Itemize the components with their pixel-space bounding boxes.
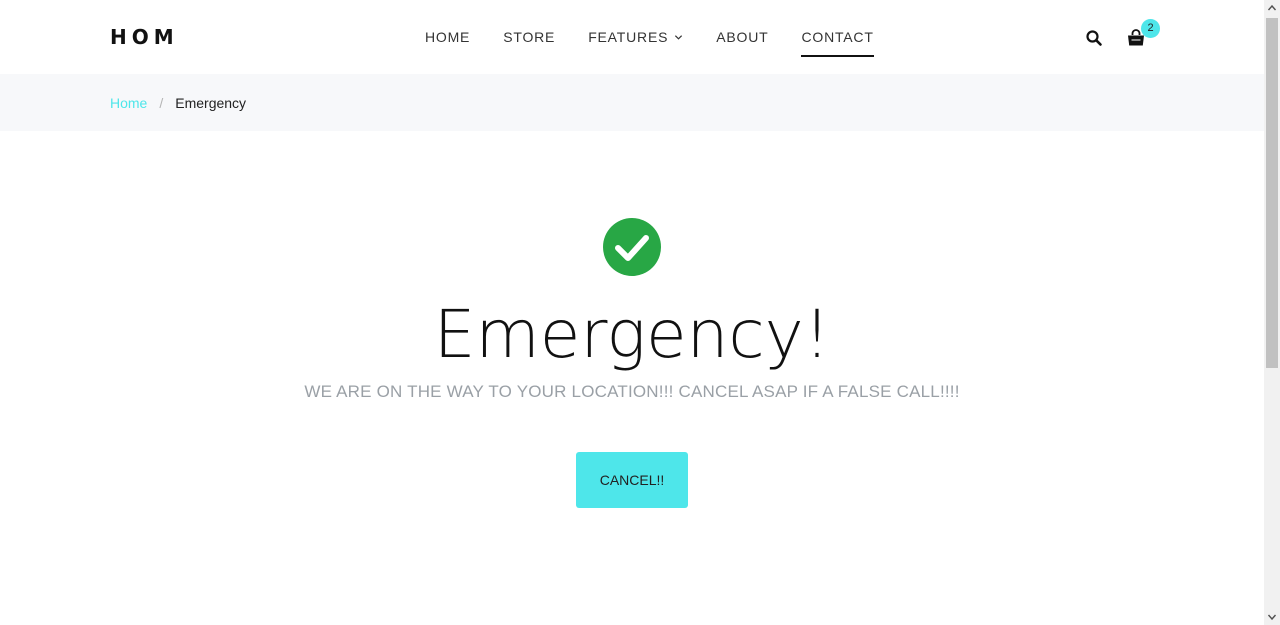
nav-item-about[interactable]: ABOUT (716, 0, 768, 74)
vertical-scrollbar[interactable] (1264, 0, 1280, 625)
nav-item-contact[interactable]: CONTACT (801, 0, 874, 74)
scroll-down-arrow-icon[interactable] (1264, 609, 1280, 625)
breadcrumb-current: Emergency (175, 95, 247, 111)
status-message: WE ARE ON THE WAY TO YOUR LOCATION!!! CA… (304, 382, 960, 401)
cancel-button[interactable]: CANCEL!! (576, 452, 688, 508)
nav-item-label: HOME (425, 29, 471, 45)
breadcrumb-bar: Home / Emergency (0, 74, 1264, 131)
breadcrumb-home-link[interactable]: Home (110, 95, 147, 111)
site-header: HOM HOME STORE FEATURES ABOUT CONTACT 2 (0, 0, 1264, 74)
scrollbar-thumb[interactable] (1266, 18, 1278, 368)
chevron-down-icon (675, 34, 683, 40)
nav-item-store[interactable]: STORE (503, 0, 555, 74)
nav-item-label: FEATURES (588, 29, 669, 45)
breadcrumb-separator: / (159, 95, 164, 111)
nav-item-features[interactable]: FEATURES (588, 0, 683, 74)
cart-count-badge: 2 (1141, 19, 1160, 38)
check-circle-icon (603, 218, 661, 276)
breadcrumb: Home / Emergency (110, 95, 246, 111)
nav-item-label: STORE (503, 29, 556, 45)
page-title: Emergency! (433, 296, 831, 373)
main-nav: HOME STORE FEATURES ABOUT CONTACT (425, 0, 907, 74)
search-icon[interactable] (1085, 29, 1103, 47)
nav-item-home[interactable]: HOME (425, 0, 470, 74)
page: HOM HOME STORE FEATURES ABOUT CONTACT 2 … (0, 0, 1264, 625)
nav-item-label: CONTACT (801, 29, 874, 45)
scroll-up-arrow-icon[interactable] (1264, 0, 1280, 16)
site-logo[interactable]: HOM (110, 25, 179, 49)
nav-item-label: ABOUT (716, 29, 769, 45)
